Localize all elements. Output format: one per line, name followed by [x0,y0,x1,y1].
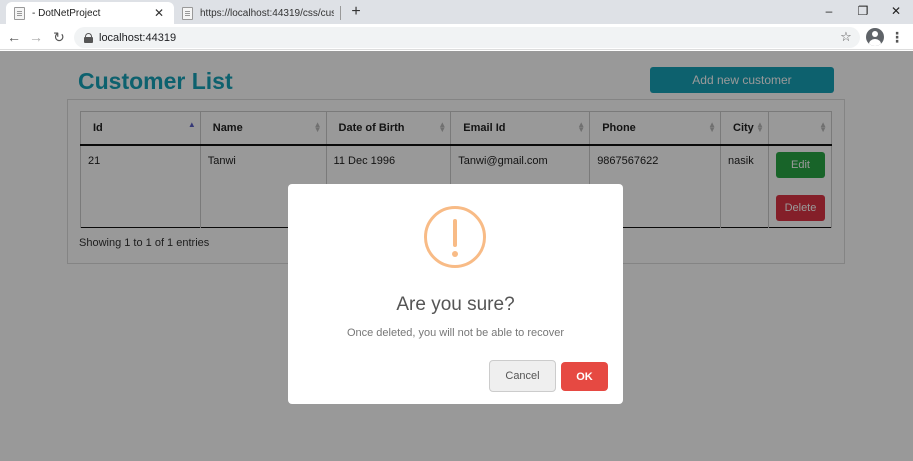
new-tab-button[interactable]: + [346,2,366,22]
tab-title: https://localhost:44319/css/custo [200,7,334,19]
minimize-button[interactable]: – [812,0,846,22]
tab-title: - DotNetProject [32,7,101,19]
lock-icon[interactable] [84,32,93,43]
dialog-message: Once deleted, you will not be able to re… [346,327,565,339]
profile-avatar-icon[interactable] [866,28,884,46]
address-bar[interactable]: localhost:44319 [74,27,860,48]
forward-icon[interactable]: → [26,27,46,47]
dialog-title: Are you sure? [396,294,515,315]
browser-toolbar: ← → ↻ localhost:44319 ☆ ⋮ [0,24,913,50]
restore-button[interactable]: ❐ [846,0,880,22]
close-tab-icon[interactable]: ✕ [152,6,166,20]
close-window-button[interactable]: ✕ [879,0,913,22]
page-icon [182,6,193,20]
cancel-button[interactable]: Cancel [489,360,556,392]
confirm-delete-dialog: Are you sure? Once deleted, you will not… [288,184,623,404]
tab-separator [340,6,341,20]
bookmark-star-icon[interactable]: ☆ [838,27,854,47]
warning-icon [424,206,486,268]
tab-dotnetproject[interactable]: - DotNetProject ✕ [6,2,174,24]
tab-localhost-css[interactable]: https://localhost:44319/css/custo [174,2,342,24]
url-text: localhost:44319 [99,31,177,44]
browser-tabstrip: - DotNetProject ✕ https://localhost:4431… [0,0,913,24]
reload-icon[interactable]: ↻ [49,27,69,47]
back-icon[interactable]: ← [4,27,24,47]
menu-dots-icon[interactable]: ⋮ [890,27,904,47]
page-icon [14,6,25,20]
ok-button[interactable]: OK [561,362,608,391]
